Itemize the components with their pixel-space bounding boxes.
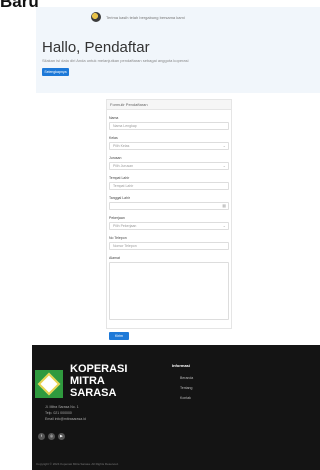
- submit-button[interactable]: Kirim: [109, 332, 129, 340]
- field-label: Alamat: [109, 256, 120, 260]
- koperasi-logo-icon: [35, 370, 63, 398]
- facebook-icon[interactable]: f: [38, 433, 45, 440]
- brand-logo-icon: [91, 12, 101, 22]
- field-nama: Nama Nama Lengkap: [109, 116, 229, 130]
- field-kelas: Kelas Pilih Kelas ⌄: [109, 136, 229, 150]
- footer-brand: KOPERASI MITRA SARASA: [70, 363, 127, 399]
- page-heading: Baru: [0, 0, 39, 11]
- field-telepon: No Telepon Nomor Telepon: [109, 236, 229, 250]
- pekerjaan-select[interactable]: Pilih Pekerjaan ⌄: [109, 222, 229, 230]
- field-label: Tempat Lahir: [109, 176, 130, 180]
- logo-emblem: [37, 372, 61, 396]
- top-banner: Terima kasih telah bergabung bersama kam…: [91, 12, 185, 22]
- calendar-icon[interactable]: ▦: [222, 203, 226, 209]
- registration-form: Formulir Pendaftaran Nama Nama Lengkap K…: [106, 99, 232, 329]
- instagram-icon[interactable]: ◎: [48, 433, 55, 440]
- form-header: Formulir Pendaftaran: [107, 100, 231, 110]
- chevron-down-icon: ⌄: [222, 223, 226, 228]
- hero-subtitle: Silakan isi data diri Anda untuk melanju…: [42, 58, 189, 63]
- footer-links: Beranda Tentang Kontak: [180, 376, 193, 400]
- select-value: Pilih Pekerjaan: [113, 224, 137, 228]
- field-tempat-lahir: Tempat Lahir Tempat Lahir: [109, 176, 229, 190]
- brand-line: SARASA: [70, 387, 117, 399]
- chevron-down-icon: ⌄: [222, 163, 226, 168]
- copyright: Copyright © 2024 Koperasi Mitra Sarasa. …: [36, 462, 119, 466]
- hero-title: Hallo, Pendaftar: [42, 39, 150, 56]
- telepon-input[interactable]: Nomor Telepon: [109, 242, 229, 250]
- brand-line: MITRA: [70, 375, 105, 387]
- field-label: Jurusan: [109, 156, 122, 160]
- nama-input[interactable]: Nama Lengkap: [109, 122, 229, 130]
- field-label: Tanggal Lahir: [109, 196, 131, 200]
- field-jurusan: Jurusan Pilih Jurusan ⌄: [109, 156, 229, 170]
- field-alamat: Alamat: [109, 256, 229, 320]
- jurusan-select[interactable]: Pilih Jurusan ⌄: [109, 162, 229, 170]
- field-label: Kelas: [109, 136, 118, 140]
- footer-info-title: Informasi: [172, 363, 191, 368]
- page: Baru Terima kasih telah bergabung bersam…: [0, 0, 320, 470]
- alamat-textarea[interactable]: [109, 262, 229, 320]
- field-pekerjaan: Pekerjaan Pilih Pekerjaan ⌄: [109, 216, 229, 230]
- tempat-lahir-input[interactable]: Tempat Lahir: [109, 182, 229, 190]
- select-value: Pilih Jurusan: [113, 164, 134, 168]
- chevron-down-icon: ⌄: [222, 143, 226, 148]
- brand-line: KOPERASI: [70, 363, 128, 375]
- youtube-icon[interactable]: ▶: [58, 433, 65, 440]
- tanggal-lahir-input[interactable]: ▦: [109, 202, 229, 210]
- field-label: Pekerjaan: [109, 216, 125, 220]
- footer-address: Jl. Mitra Sarasa No. 1 Telp. 021 000000 …: [45, 404, 86, 422]
- banner-text: Terima kasih telah bergabung bersama kam…: [106, 14, 185, 20]
- field-label: Nama: [109, 116, 119, 120]
- hero-button[interactable]: Selengkapnya: [42, 68, 69, 76]
- field-label: No Telepon: [109, 236, 127, 240]
- field-tanggal-lahir: Tanggal Lahir ▦: [109, 196, 229, 210]
- footer-link-beranda[interactable]: Beranda: [180, 376, 193, 380]
- kelas-select[interactable]: Pilih Kelas ⌄: [109, 142, 229, 150]
- footer-link-kontak[interactable]: Kontak: [180, 396, 193, 400]
- social-links: f ◎ ▶: [38, 433, 65, 440]
- footer-link-tentang[interactable]: Tentang: [180, 386, 193, 390]
- address-line: Email info@mitrasarasa.id: [45, 417, 86, 421]
- select-value: Pilih Kelas: [113, 144, 130, 148]
